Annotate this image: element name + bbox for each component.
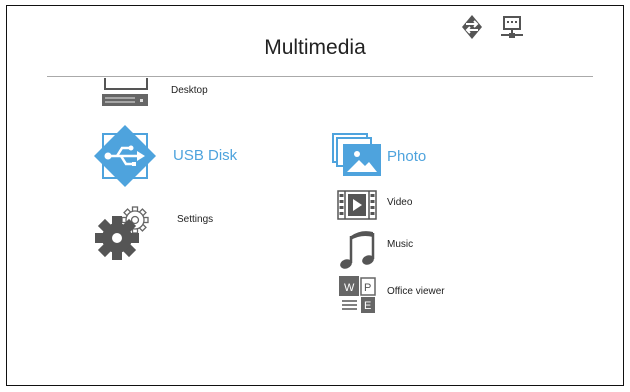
title-divider xyxy=(47,76,593,77)
menu-item-label: USB Disk xyxy=(173,147,238,164)
lan-computer-icon xyxy=(499,16,525,40)
menu-item-desktop[interactable]: Desktop xyxy=(99,78,239,110)
svg-text:P: P xyxy=(364,282,371,294)
menu-item-usb-disk[interactable]: USB Disk xyxy=(93,124,263,190)
network-diamond-icon xyxy=(461,14,483,40)
menu-item-label: Music xyxy=(387,239,414,250)
menu-item-music[interactable]: Music xyxy=(337,228,447,270)
multimedia-screen: Multimedia Desktop USB Disk Settings Pho… xyxy=(6,5,624,386)
menu-item-label: Office viewer xyxy=(387,286,445,297)
menu-item-video[interactable]: Video xyxy=(337,190,447,222)
menu-item-office-viewer[interactable]: W P E Office viewer xyxy=(337,274,487,314)
video-icon xyxy=(337,190,377,220)
office-document-icon: W P E xyxy=(337,274,377,314)
menu-item-label: Video xyxy=(387,197,413,208)
menu-item-photo[interactable]: Photo xyxy=(331,132,451,182)
menu-item-label: Settings xyxy=(177,214,214,225)
menu-item-label: Photo xyxy=(387,148,427,165)
usb-disk-icon xyxy=(93,124,157,188)
music-note-icon xyxy=(337,228,377,270)
photo-icon xyxy=(331,132,383,180)
menu-item-settings[interactable]: Settings xyxy=(93,200,253,264)
desktop-computer-icon xyxy=(99,78,149,108)
menu-item-label: Desktop xyxy=(171,85,208,96)
svg-text:E: E xyxy=(364,300,371,312)
gears-icon xyxy=(93,200,159,264)
page-title: Multimedia xyxy=(264,36,366,59)
svg-text:W: W xyxy=(344,282,355,294)
